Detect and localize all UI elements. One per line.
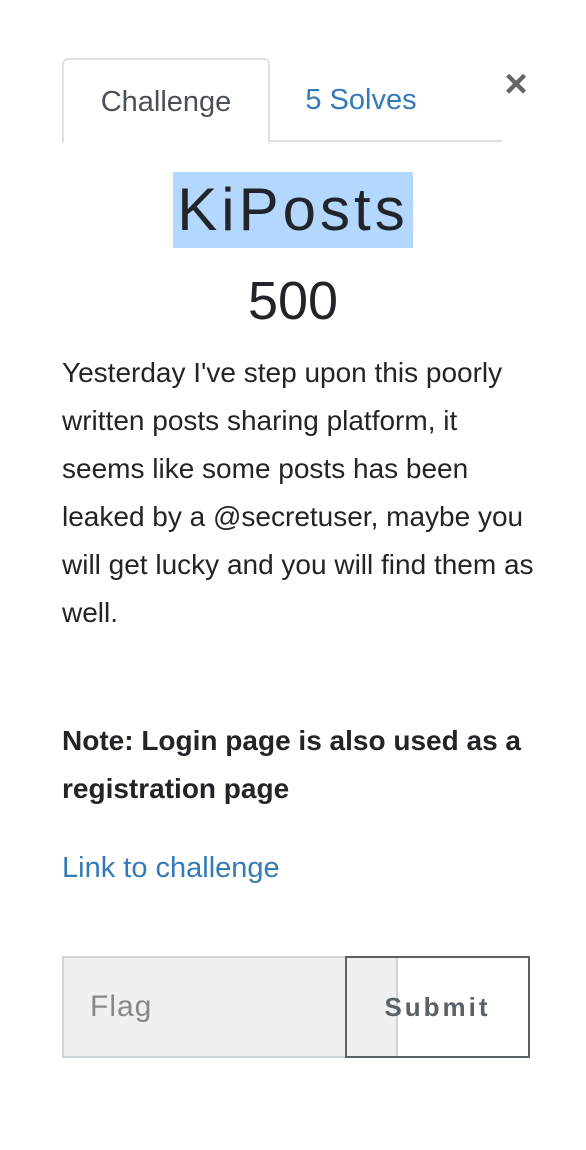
- challenge-description: Yesterday I've step upon this poorly wri…: [62, 357, 534, 628]
- tab-challenge[interactable]: Challenge: [62, 58, 270, 144]
- tab-solves[interactable]: 5 Solves: [286, 58, 436, 142]
- challenge-note: Note: Login page is also used as a regis…: [62, 725, 521, 804]
- challenge-title-wrap: KiPosts: [0, 172, 586, 248]
- submit-button[interactable]: Submit: [345, 956, 530, 1058]
- challenge-name: KiPosts: [173, 172, 413, 248]
- challenge-value: 500: [247, 271, 339, 331]
- close-icon[interactable]: ×: [500, 62, 532, 106]
- challenge-link[interactable]: Link to challenge: [62, 846, 280, 890]
- challenge-tabs: Challenge 5 Solves: [62, 58, 502, 144]
